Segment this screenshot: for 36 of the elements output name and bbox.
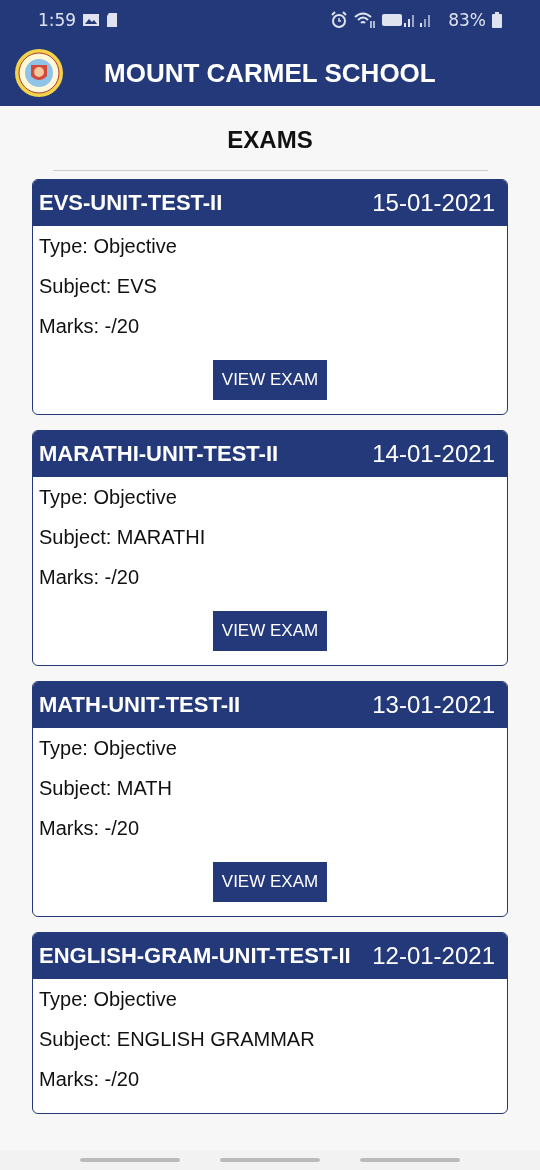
sd-card-icon (106, 12, 119, 28)
battery-percent: 83% (448, 10, 486, 30)
exam-date: 13-01-2021 (372, 691, 495, 719)
exam-date: 15-01-2021 (372, 189, 495, 217)
clock: 1:59 (38, 10, 77, 30)
exam-title: EVS-UNIT-TEST-II (39, 190, 223, 216)
page-title: EXAMS (227, 126, 313, 154)
exam-subject: Subject: MARATHI (38, 524, 207, 550)
exam-subject: Subject: MATH (38, 775, 173, 801)
exam-marks: Marks: -/20 (38, 313, 141, 339)
exam-type: Type: Objective (38, 986, 178, 1012)
app-title: MOUNT CARMEL SCHOOL (104, 57, 436, 89)
image-icon (82, 12, 101, 28)
exam-subject: Subject: ENGLISH GRAMMAR (38, 1026, 316, 1052)
view-exam-button[interactable]: VIEW EXAM (212, 360, 328, 400)
exam-date: 14-01-2021 (372, 440, 495, 468)
exam-title: ENGLISH-GRAM-UNIT-TEST-II (39, 943, 351, 969)
exam-marks: Marks: -/20 (38, 1066, 141, 1092)
nav-handle[interactable] (360, 1158, 460, 1162)
exam-type: Type: Objective (38, 484, 178, 510)
nav-handle[interactable] (80, 1158, 180, 1162)
exam-subject: Subject: EVS (38, 273, 158, 299)
alarm-icon (330, 11, 349, 29)
battery-icon (492, 12, 502, 28)
exam-date: 12-01-2021 (372, 942, 495, 970)
exam-marks: Marks: -/20 (38, 564, 141, 590)
exam-title: MATH-UNIT-TEST-II (39, 692, 241, 718)
exam-type: Type: Objective (38, 233, 178, 259)
exam-type: Type: Objective (38, 735, 178, 761)
nav-handle[interactable] (220, 1158, 320, 1162)
wifi-icon (354, 11, 377, 29)
view-exam-button[interactable]: VIEW EXAM (212, 611, 328, 651)
exam-title: MARATHI-UNIT-TEST-II (39, 441, 279, 467)
exam-marks: Marks: -/20 (38, 815, 141, 841)
school-logo-icon (14, 48, 64, 98)
view-exam-button[interactable]: VIEW EXAM (212, 862, 328, 902)
